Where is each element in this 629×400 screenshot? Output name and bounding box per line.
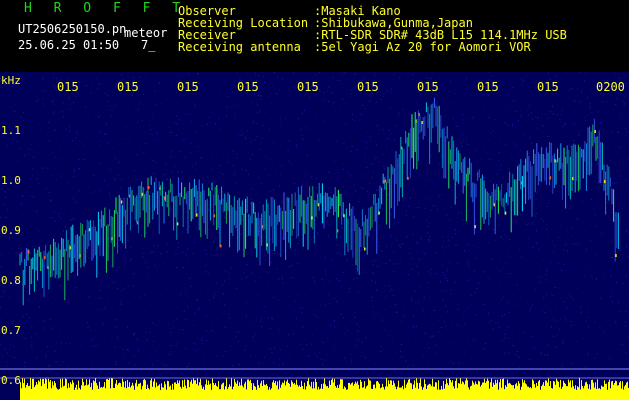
- y-tick-label: 0.6: [1, 374, 21, 387]
- count-label: 7_: [141, 38, 156, 52]
- time-tick-label: 015: [537, 80, 559, 94]
- time-tick-label: 015: [177, 80, 199, 94]
- y-tick-label: 1.0: [1, 174, 21, 187]
- spectrogram-canvas: [0, 72, 629, 400]
- time-tick-label: 0200: [596, 80, 625, 94]
- datetime-label: 25.06.25 01:50: [18, 38, 120, 52]
- time-tick-label: 015: [57, 80, 79, 94]
- y-tick-label: 0.9: [1, 224, 21, 237]
- time-tick-label: 015: [417, 80, 439, 94]
- time-tick-label: 015: [357, 80, 379, 94]
- spectrogram-panel: [0, 72, 629, 400]
- time-tick-label: 015: [297, 80, 319, 94]
- filename-label: UT2506250150.pn: [18, 22, 127, 36]
- app-title: H R O F F T: [24, 1, 188, 16]
- y-tick-label: 0.7: [1, 324, 21, 337]
- header-panel: H R O F F T UT2506250150.pn meteor 25.06…: [0, 0, 629, 72]
- info-value: :5el Yagi Az 20 for Aomori VOR: [314, 40, 531, 54]
- time-tick-label: 015: [237, 80, 259, 94]
- time-tick-label: 015: [117, 80, 139, 94]
- info-label: Receiving antenna: [178, 40, 301, 54]
- y-unit-label: kHz: [1, 74, 21, 87]
- y-tick-label: 0.8: [1, 274, 21, 287]
- y-tick-label: 1.1: [1, 124, 21, 137]
- time-tick-label: 015: [477, 80, 499, 94]
